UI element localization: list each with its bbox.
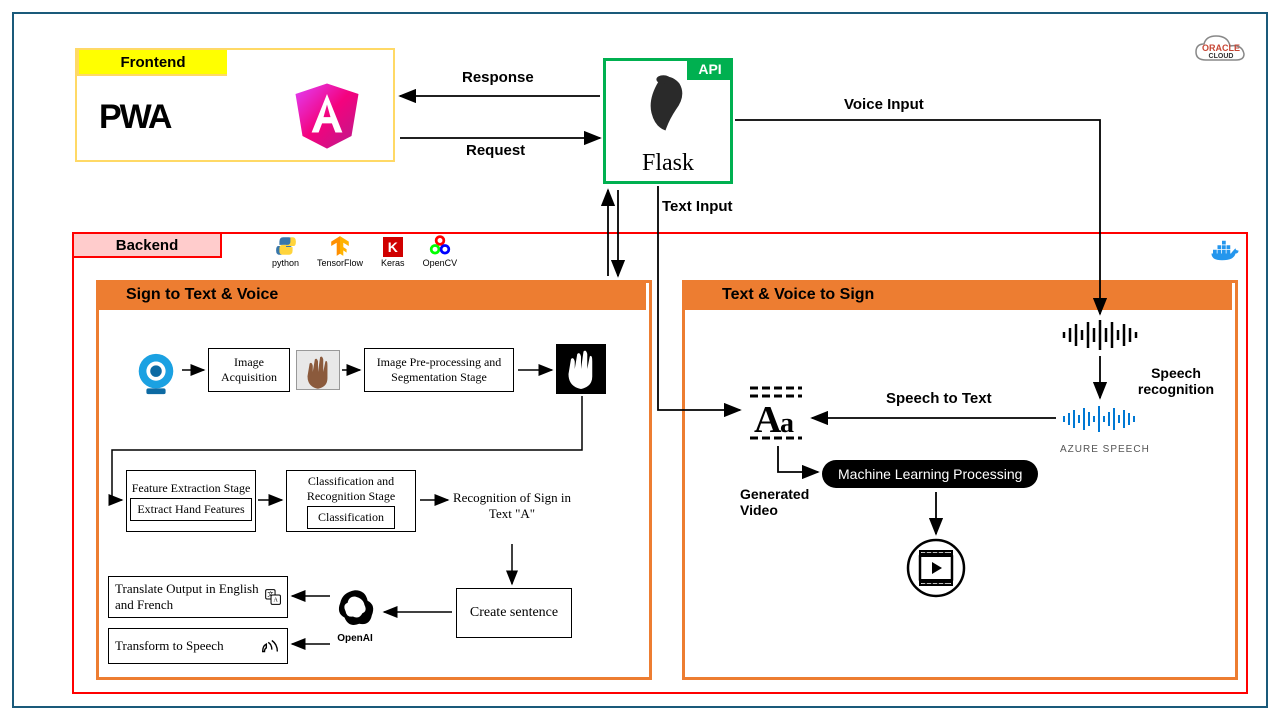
docker-icon — [1210, 240, 1240, 269]
create-sentence-box: Create sentence — [456, 588, 572, 638]
speech-icon — [259, 635, 281, 657]
oracle-cloud-badge: ORACLE CLOUD — [1186, 30, 1256, 79]
soundwave-icon — [1060, 318, 1140, 357]
speech-to-text-label: Speech to Text — [886, 390, 992, 407]
transform-speech-box: Transform to Speech — [108, 628, 288, 664]
svg-text:A: A — [754, 399, 782, 441]
azure-wave-icon — [1060, 402, 1140, 441]
azure-speech-label: AZURE SPEECH — [1060, 444, 1150, 455]
segmented-image-icon — [556, 344, 606, 394]
sign-to-text-title: Sign to Text & Voice — [96, 280, 646, 310]
feature-extraction-box: Feature Extraction Stage Extract Hand Fe… — [126, 470, 256, 532]
translate-icon: 文A — [265, 586, 281, 608]
translate-box: Translate Output in English and French 文… — [108, 576, 288, 618]
recognition-text: Recognition of Sign in Text "A" — [452, 490, 572, 522]
flask-logo-icon — [634, 71, 704, 141]
hand-image-icon — [296, 350, 340, 390]
text-input-label: Text Input — [662, 198, 733, 215]
response-label: Response — [462, 69, 534, 86]
angular-logo-icon — [292, 80, 362, 154]
tech-icons-row: python TensorFlow K Keras OpenCV — [272, 235, 457, 268]
python-icon: python — [272, 235, 299, 268]
video-icon — [906, 538, 966, 603]
webcam-icon — [132, 350, 180, 403]
svg-text:A: A — [273, 598, 278, 604]
api-box: API Flask — [603, 58, 733, 184]
text-to-sign-title: Text & Voice to Sign — [682, 280, 1232, 310]
typography-icon: A a — [744, 384, 808, 449]
preprocessing-box: Image Pre-processing and Segmentation St… — [364, 348, 514, 392]
pwa-logo: PWA — [99, 98, 170, 137]
opencv-icon: OpenCV — [423, 235, 458, 268]
generated-video-label: Generated Video — [740, 486, 830, 518]
svg-text:a: a — [780, 408, 794, 439]
openai-icon: OpenAI — [334, 586, 376, 644]
frontend-box: Frontend PWA — [75, 48, 395, 162]
classification-box: Classification and Recognition Stage Cla… — [286, 470, 416, 532]
ml-processing-pill: Machine Learning Processing — [822, 460, 1038, 488]
request-label: Request — [466, 142, 525, 159]
voice-input-label: Voice Input — [844, 96, 924, 113]
backend-title: Backend — [72, 232, 222, 258]
keras-icon: K Keras — [381, 237, 405, 268]
cloud-text: CLOUD — [1186, 53, 1256, 60]
tensorflow-icon: TensorFlow — [317, 235, 363, 268]
oracle-text: ORACLE — [1186, 43, 1256, 53]
flask-label: Flask — [606, 150, 730, 177]
speech-recognition-label: Speech recognition — [1126, 365, 1226, 397]
frontend-title: Frontend — [77, 48, 227, 76]
image-acquisition-box: Image Acquisition — [208, 348, 290, 392]
